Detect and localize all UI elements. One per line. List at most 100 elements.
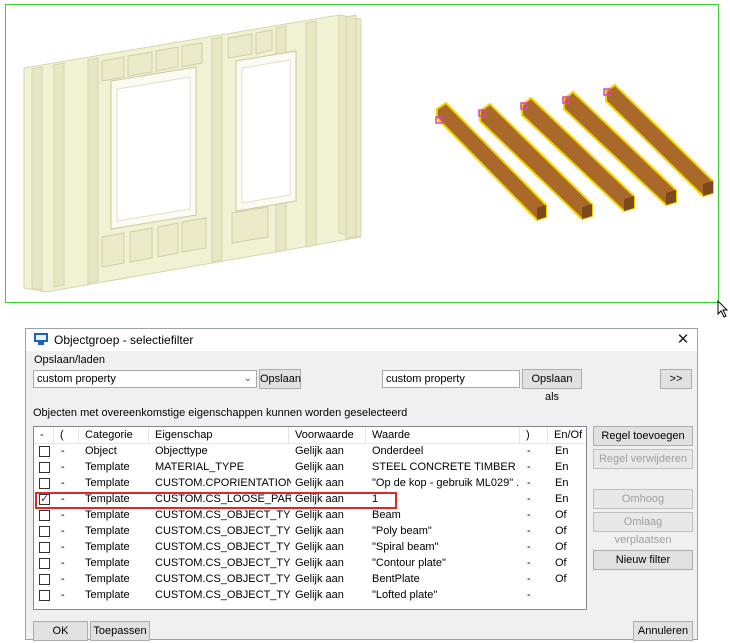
cell-close: - [527,589,531,601]
cell-open: - [61,573,65,585]
selected-beams[interactable] [435,83,714,222]
expand-button[interactable]: >> [660,369,692,389]
row-enable-checkbox[interactable] [39,542,50,553]
preset-dropdown[interactable]: custom property ⌄ [33,370,257,388]
save-as-name-input[interactable]: custom property [382,370,520,388]
delete-rule-button[interactable]: Regel verwijderen [593,449,693,469]
cell-andor: En [555,445,569,457]
table-row[interactable]: - Template CUSTOM.CS_OBJECT_TYPE Gelijk aan… [34,556,586,572]
close-button[interactable]: ✕ [671,329,695,351]
cell-category: Template [85,573,130,585]
cell-property: CUSTOM.CS_OBJECT_TYPE [155,525,291,537]
row-enable-checkbox[interactable] [39,526,50,537]
row-enable-checkbox[interactable] [39,574,50,585]
cell-condition: Gelijk aan [295,509,344,521]
cell-close: - [527,493,531,505]
cancel-button[interactable]: Annuleren [633,621,693,641]
cell-category: Template [85,477,130,489]
chevron-down-icon: ⌄ [243,373,252,384]
row-enable-checkbox[interactable] [39,478,50,489]
cell-andor: En [555,493,569,505]
cell-condition: Gelijk aan [295,445,344,457]
cell-category: Object [85,445,117,457]
table-row[interactable]: - Template CUSTOM.CPORIENTATION Gelijk aan "… [34,476,586,492]
wall-panel[interactable] [23,14,362,293]
filter-rules-table[interactable]: - ( Categorie Eigenschap Voorwaarde Waar… [33,426,587,610]
cell-value: Onderdeel [372,445,424,457]
row-enable-checkbox[interactable] [39,558,50,569]
row-enable-checkbox[interactable] [39,492,50,505]
table-row[interactable]: - Template CUSTOM.CS_OBJECT_TYPE Gelijk aan… [34,588,586,604]
cell-value: "Spiral beam" [372,541,439,553]
cell-property: MATERIAL_TYPE [155,461,245,473]
row-enable-checkbox[interactable] [39,446,50,457]
cell-property: CUSTOM.CPORIENTATION [155,477,291,489]
cell-condition: Gelijk aan [295,493,344,505]
cell-condition: Gelijk aan [295,557,344,569]
cell-category: Template [85,461,130,473]
model-viewport[interactable] [5,4,719,303]
cell-category: Template [85,525,130,537]
cell-andor: Of [555,557,567,569]
table-row[interactable]: - Template CUSTOM.CS_LOOSE_PART Gelijk aan 1… [34,492,586,508]
table-row[interactable]: - Template CUSTOM.CS_OBJECT_TYPE Gelijk aan… [34,572,586,588]
table-row[interactable]: - Template CUSTOM.CS_OBJECT_TYPE Gelijk aan… [34,508,586,524]
cell-open: - [61,589,65,601]
filter-description: Objecten met overeenkomstige eigenschapp… [33,407,408,419]
cell-andor: En [555,477,569,489]
cell-close: - [527,509,531,521]
cell-property: Objecttype [155,445,208,457]
ok-button[interactable]: OK [33,621,88,641]
row-enable-checkbox[interactable] [39,590,50,601]
move-down-button[interactable]: Omlaag verplaatsen [593,512,693,546]
table-header: - ( Categorie Eigenschap Voorwaarde Waar… [34,427,586,444]
col-header-check: - [40,429,44,441]
col-header-and-or: En/Of [554,429,583,441]
cell-open: - [61,477,65,489]
load-save-label: Opslaan/laden [34,354,105,366]
save-button[interactable]: Opslaan [259,369,301,389]
cell-close: - [527,461,531,473]
table-row[interactable]: - Object Objecttype Gelijk aan Onderdeel - En [34,444,586,460]
move-up-button[interactable]: Omhoog verplaatsen [593,489,693,523]
cell-andor: Of [555,525,567,537]
row-enable-checkbox[interactable] [39,510,50,521]
cell-condition: Gelijk aan [295,461,344,473]
cell-andor: Of [555,573,567,585]
title-bar: Objectgroep - selectiefilter ✕ [26,329,697,351]
new-filter-button[interactable]: Nieuw filter [593,550,693,570]
cell-value: BentPlate [372,573,420,585]
cell-open: - [61,445,65,457]
cell-close: - [527,477,531,489]
cell-open: - [61,557,65,569]
table-row[interactable]: - Template MATERIAL_TYPE Gelijk aan STEEL CO… [34,460,586,476]
cell-open: - [61,509,65,521]
cell-property: CUSTOM.CS_OBJECT_TYPE [155,557,291,569]
col-header-category: Categorie [85,429,133,441]
add-rule-button[interactable]: Regel toevoegen [593,426,693,446]
cell-value: "Poly beam" [372,525,432,537]
apply-button[interactable]: Toepassen [90,621,150,641]
cell-condition: Gelijk aan [295,525,344,537]
selection-filter-dialog: Objectgroep - selectiefilter ✕ Opslaan/l… [25,328,698,641]
col-header-condition: Voorwaarde [295,429,354,441]
cell-close: - [527,525,531,537]
table-row[interactable]: - Template CUSTOM.CS_OBJECT_TYPE Gelijk aan… [34,524,586,540]
cell-open: - [61,525,65,537]
col-header-open-paren: ( [60,429,64,441]
col-header-value: Waarde [372,429,411,441]
cell-category: Template [85,493,130,505]
cell-value: STEEL CONCRETE TIMBER [372,461,516,473]
save-as-button[interactable]: Opslaan als [522,369,582,403]
cell-value: "Op de kop - gebruik ML029" ... [372,477,520,489]
preset-value: custom property [37,373,116,385]
cell-category: Template [85,557,130,569]
row-enable-checkbox[interactable] [39,462,50,473]
table-row[interactable]: - Template CUSTOM.CS_OBJECT_TYPE Gelijk aan… [34,540,586,556]
cell-property: CUSTOM.CS_OBJECT_TYPE [155,573,291,585]
cell-property: CUSTOM.CS_LOOSE_PART [155,493,291,505]
cell-category: Template [85,509,130,521]
cell-close: - [527,541,531,553]
cell-condition: Gelijk aan [295,541,344,553]
model-scene [23,14,714,293]
